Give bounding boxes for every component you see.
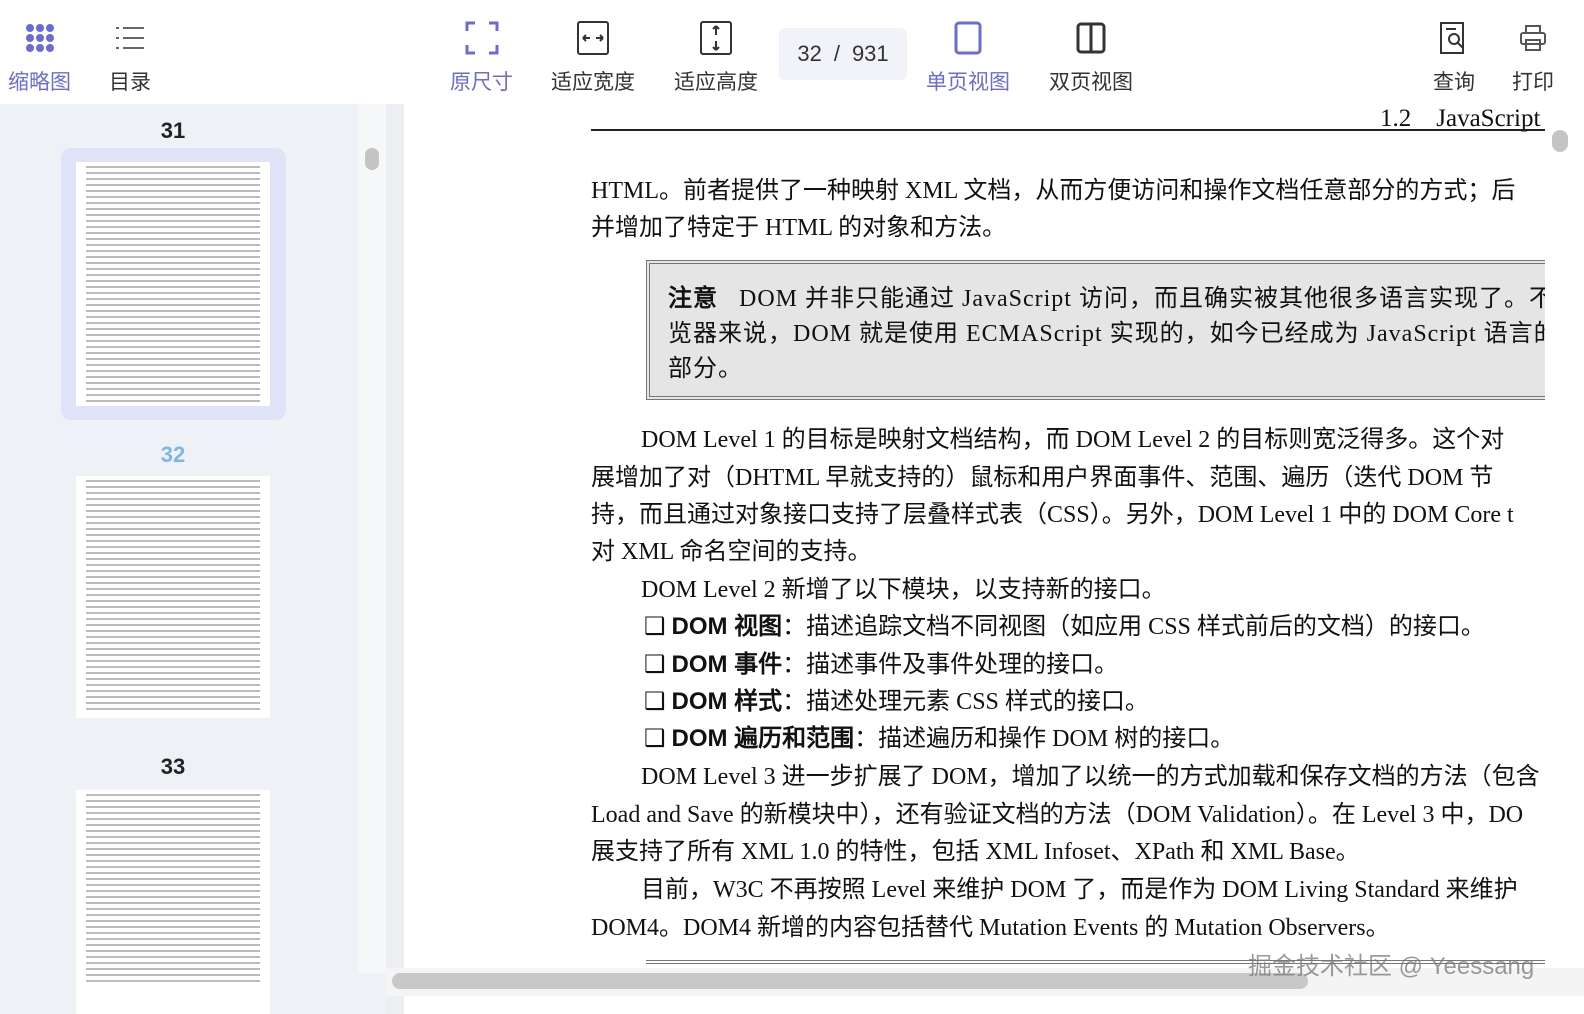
search-button[interactable]: 查询 <box>1433 18 1475 96</box>
text-line: 持，而且通过对象接口支持了层叠样式表（CSS）。另外，DOM Level 1 中… <box>591 502 1514 528</box>
text-line: 展增加了对（DHTML 早就支持的）鼠标和用户界面事件、范围、遍历（迭代 DOM… <box>591 465 1494 491</box>
page-thumb-31[interactable] <box>76 162 270 406</box>
page-gutter <box>386 104 404 1014</box>
vertical-scrollbar[interactable] <box>1545 104 1584 974</box>
page-thumb-32[interactable] <box>76 476 270 718</box>
toc-label: 目录 <box>109 71 151 94</box>
thumb-number: 31 <box>160 118 186 143</box>
total-pages: 931 <box>851 41 889 66</box>
toolbar: 缩略图 目录 原尺寸 适应宽度 适应高度 32 / 931 单页视图 双页视图 … <box>0 0 1584 104</box>
sidebar-scrollbar[interactable] <box>358 104 386 974</box>
bullet-item: ❑ DOM 遍历和范围：描述遍历和操作 DOM 树的接口。 <box>644 725 1235 752</box>
toc-button[interactable]: 目录 <box>109 18 151 96</box>
document-page: 1.2 JavaScript HTML。前者提供了一种映射 XML 文档，从而方… <box>404 104 1545 970</box>
note-label: 注意 <box>668 284 718 312</box>
single-page-button[interactable]: 单页视图 <box>926 18 1010 96</box>
note-text: 部分。 <box>668 356 743 382</box>
text-line: HTML。前者提供了一种映射 XML 文档，从而方便访问和操作文档任意部分的方式… <box>591 178 1516 204</box>
bullet-item: ❑ DOM 样式：描述处理元素 CSS 样式的接口。 <box>644 688 1149 715</box>
grid-icon <box>25 18 55 58</box>
fit-height-label: 适应高度 <box>674 71 758 94</box>
printer-icon <box>1519 18 1547 58</box>
note-text: DOM 并非只能通过 JavaScript 访问，而且确实被其他很多语言实现了。… <box>739 286 1545 312</box>
text-line: 目前，W3C 不再按照 Level 来维护 DOM 了，而是作为 DOM Liv… <box>641 877 1518 903</box>
list-icon <box>115 18 145 58</box>
thumbnail-sidebar: 31 32 33 <box>0 104 386 1014</box>
thumbnails-label: 缩略图 <box>8 71 71 94</box>
page-separator: / <box>833 41 840 66</box>
horizontal-scrollbar-thumb[interactable] <box>392 973 1308 989</box>
original-size-button[interactable]: 原尺寸 <box>450 18 513 96</box>
print-button[interactable]: 打印 <box>1512 18 1554 96</box>
header-rule <box>591 129 1545 131</box>
page-thumb-33[interactable] <box>76 790 270 1014</box>
text-line: 展支持了所有 XML 1.0 的特性，包括 XML Infoset、XPath … <box>591 839 1360 865</box>
fit-width-button[interactable]: 适应宽度 <box>551 18 635 96</box>
text-line: DOM Level 3 进一步扩展了 DOM，增加了以统一的方式加载和保存文档的… <box>641 764 1540 790</box>
double-page-icon <box>1076 18 1106 58</box>
single-page-label: 单页视图 <box>926 71 1010 94</box>
double-page-button[interactable]: 双页视图 <box>1049 18 1133 96</box>
text-line: 并增加了特定于 HTML 的对象和方法。 <box>591 215 1007 241</box>
search-label: 查询 <box>1433 71 1475 94</box>
watermark: 掘金技术社区 @ Yeessang <box>1248 953 1535 980</box>
sidebar-scrollbar-thumb[interactable] <box>365 148 379 170</box>
thumb-number: 32 <box>160 442 186 467</box>
print-label: 打印 <box>1512 71 1554 94</box>
page-number-input[interactable]: 32 / 931 <box>779 28 907 80</box>
double-page-label: 双页视图 <box>1049 71 1133 94</box>
text-line: 对 XML 命名空间的支持。 <box>591 539 872 565</box>
vertical-scrollbar-thumb[interactable] <box>1552 130 1568 152</box>
fullscreen-icon <box>465 18 499 58</box>
bullet-item: ❑ DOM 事件：描述事件及事件处理的接口。 <box>644 651 1119 678</box>
fit-width-icon <box>577 18 609 58</box>
text-line: DOM Level 2 新增了以下模块，以支持新的接口。 <box>641 577 1166 603</box>
thumbnails-button[interactable]: 缩略图 <box>8 18 71 96</box>
search-document-icon <box>1439 18 1469 58</box>
original-size-label: 原尺寸 <box>450 71 513 94</box>
fit-height-icon <box>700 18 732 58</box>
note-box: 注意 DOM 并非只能通过 JavaScript 访问，而且确实被其他很多语言实… <box>646 260 1545 400</box>
text-line: DOM Level 1 的目标是映射文档结构，而 DOM Level 2 的目标… <box>641 427 1505 453</box>
fit-width-label: 适应宽度 <box>551 71 635 94</box>
note-text: 览器来说，DOM 就是使用 ECMAScript 实现的，如今已经成为 Java… <box>668 321 1545 347</box>
bullet-item: ❑ DOM 视图：描述追踪文档不同视图（如应用 CSS 样式前后的文档）的接口。 <box>644 613 1485 640</box>
current-page[interactable]: 32 <box>797 41 821 67</box>
fit-height-button[interactable]: 适应高度 <box>674 18 758 96</box>
text-line: Load and Save 的新模块中），还有验证文档的方法（DOM Valid… <box>591 802 1524 828</box>
text-line: DOM4。DOM4 新增的内容包括替代 Mutation Events 的 Mu… <box>591 915 1390 941</box>
single-page-icon <box>954 18 982 58</box>
thumb-number: 33 <box>160 754 186 779</box>
